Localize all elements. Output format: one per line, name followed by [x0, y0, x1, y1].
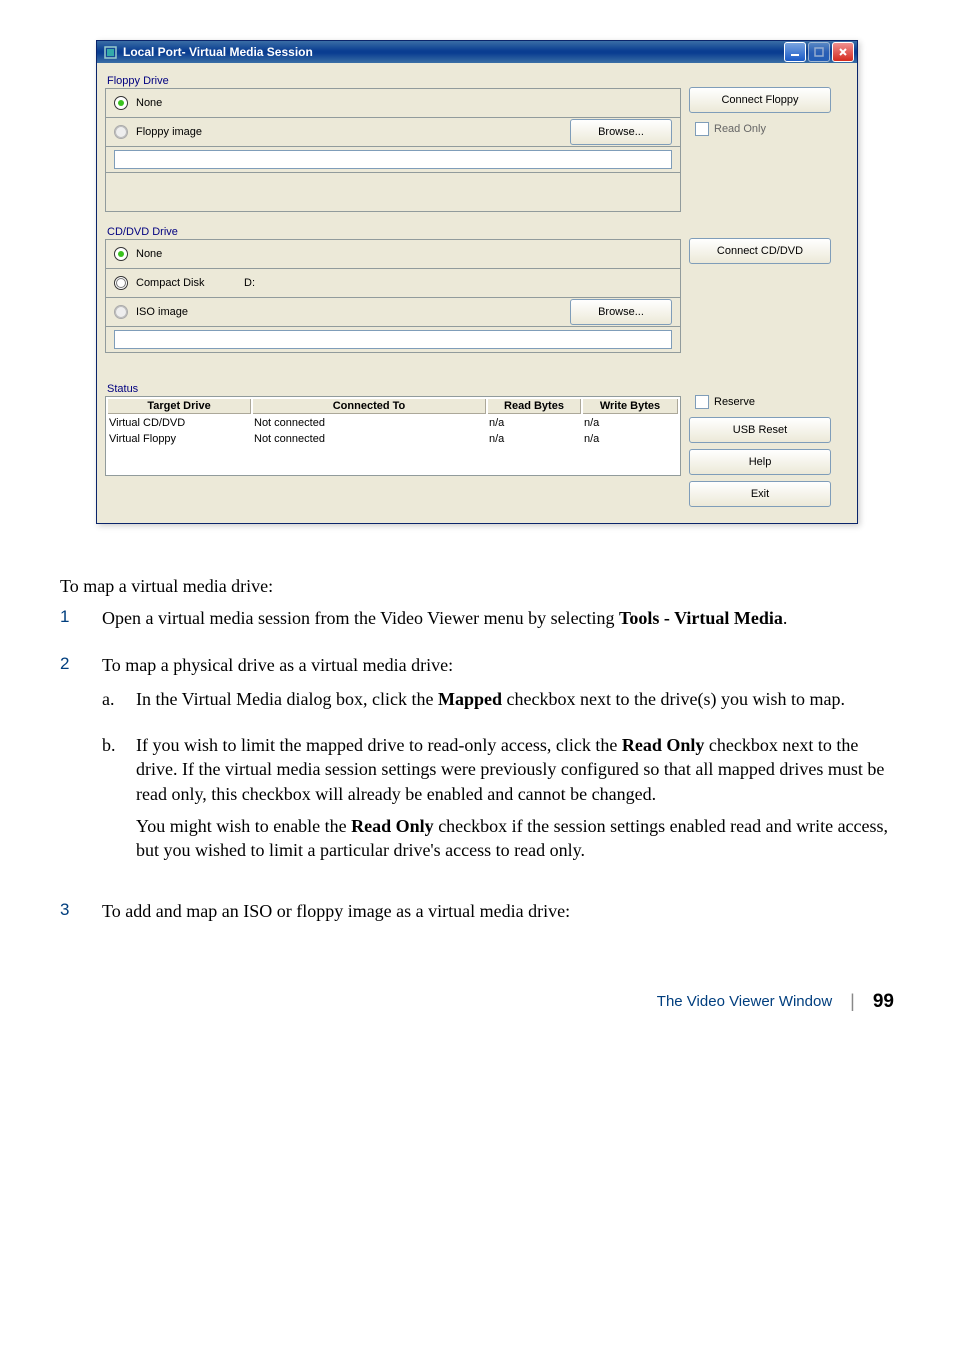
checkbox-icon — [695, 395, 709, 409]
connect-floppy-button[interactable]: Connect Floppy — [689, 87, 831, 113]
cd-iso-label: ISO image — [136, 306, 226, 318]
cd-none-row[interactable]: None — [105, 239, 681, 269]
window-title: Local Port- Virtual Media Session — [123, 45, 313, 59]
col-connected: Connected To — [253, 399, 486, 414]
exit-button[interactable]: Exit — [689, 481, 831, 507]
titlebar: Local Port- Virtual Media Session — [97, 41, 857, 63]
reserve-checkbox[interactable]: Reserve — [695, 395, 849, 409]
cd-browse-button[interactable]: Browse... — [570, 299, 672, 325]
page-number: 99 — [873, 991, 894, 1013]
floppy-path-input[interactable] — [114, 150, 672, 169]
status-group-label: Status — [107, 383, 681, 395]
footer-separator: | — [850, 991, 855, 1012]
connect-cd-button[interactable]: Connect CD/DVD — [689, 238, 831, 264]
cd-drive-letter: D: — [244, 277, 255, 289]
read-only-checkbox[interactable]: Read Only — [695, 122, 849, 136]
app-icon — [103, 45, 117, 59]
minimize-button[interactable] — [784, 42, 806, 62]
table-row[interactable]: Virtual Floppy Not connected n/a n/a — [108, 432, 678, 446]
floppy-none-label: None — [136, 97, 162, 109]
col-write: Write Bytes — [583, 399, 678, 414]
document-body: To map a virtual media drive: 1 Open a v… — [60, 574, 894, 931]
page-footer: The Video Viewer Window | 99 — [60, 991, 894, 1013]
substep-letter: b. — [102, 733, 136, 870]
step-number: 1 — [60, 606, 102, 638]
radio-selected-icon — [114, 96, 128, 110]
footer-title: The Video Viewer Window — [657, 993, 832, 1010]
cd-iso-row[interactable]: ISO image Browse... — [105, 298, 681, 327]
status-table: Target Drive Connected To Read Bytes Wri… — [105, 396, 681, 476]
substep-letter: a. — [102, 687, 136, 719]
intro-text: To map a virtual media drive: — [60, 574, 894, 598]
radio-unselected-icon — [114, 276, 128, 290]
cd-compact-label: Compact Disk — [136, 277, 236, 289]
virtual-media-dialog: Local Port- Virtual Media Session Floppy… — [96, 40, 858, 524]
read-only-label: Read Only — [714, 123, 766, 135]
help-button[interactable]: Help — [689, 449, 831, 475]
floppy-image-label: Floppy image — [136, 126, 226, 138]
col-read: Read Bytes — [488, 399, 581, 414]
cd-none-label: None — [136, 248, 162, 260]
radio-disabled-icon — [114, 125, 128, 139]
cd-compact-row[interactable]: Compact Disk D: — [105, 269, 681, 298]
cd-group-label: CD/DVD Drive — [107, 226, 681, 238]
floppy-spacer — [105, 173, 681, 212]
usb-reset-button[interactable]: USB Reset — [689, 417, 831, 443]
radio-selected-icon — [114, 247, 128, 261]
maximize-button[interactable] — [808, 42, 830, 62]
reserve-label: Reserve — [714, 396, 755, 408]
col-target: Target Drive — [108, 399, 251, 414]
iso-path-input[interactable] — [114, 330, 672, 349]
checkbox-icon — [695, 122, 709, 136]
step-number: 3 — [60, 899, 102, 931]
step-number: 2 — [60, 653, 102, 885]
floppy-browse-button[interactable]: Browse... — [570, 119, 672, 145]
close-button[interactable] — [832, 42, 854, 62]
table-row[interactable]: Virtual CD/DVD Not connected n/a n/a — [108, 416, 678, 430]
floppy-image-row[interactable]: Floppy image Browse... — [105, 118, 681, 147]
floppy-group-label: Floppy Drive — [107, 75, 681, 87]
radio-disabled-icon — [114, 305, 128, 319]
floppy-none-row[interactable]: None — [105, 88, 681, 118]
